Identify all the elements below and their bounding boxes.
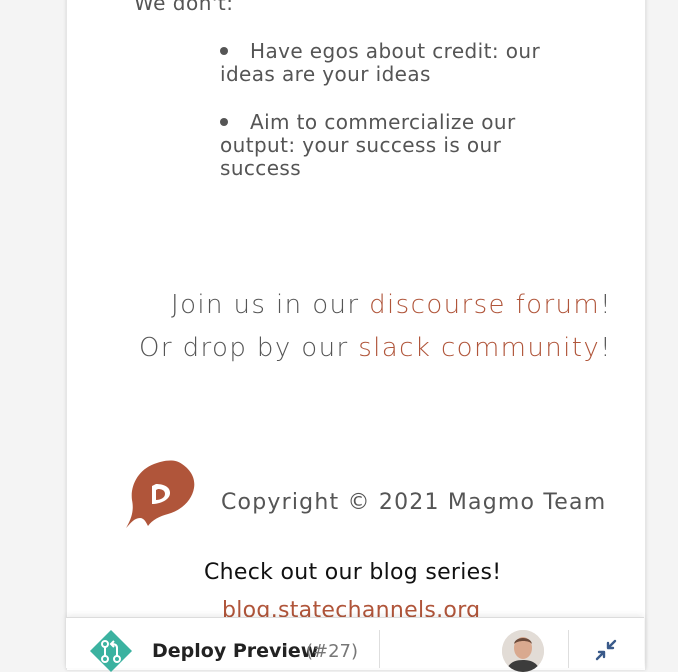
magmo-logo-icon <box>126 460 195 528</box>
join-slack-suffix: ! <box>600 333 612 363</box>
avatar-image <box>502 630 544 672</box>
divider <box>379 630 380 668</box>
list-item: Aim to commercialize our output: your su… <box>220 111 570 180</box>
join-slack-line: Or drop by our slack community! <box>92 333 612 363</box>
blog-title: Check out our blog series! <box>204 560 502 585</box>
list-item: Have egos about credit: our ideas are yo… <box>220 40 570 86</box>
avatar[interactable] <box>502 630 544 672</box>
git-pull-request-icon <box>90 630 132 672</box>
copyright-text: Copyright © 2021 Magmo Team <box>221 490 607 515</box>
join-slack-prefix: Or drop by our <box>139 333 359 363</box>
deploy-preview-bar: Deploy Preview (#27) <box>66 617 644 672</box>
bullet-icon <box>220 47 228 55</box>
join-forum-line: Join us in our discourse forum! <box>92 290 612 320</box>
deploy-preview-number[interactable]: (#27) <box>306 641 358 662</box>
divider <box>568 630 569 668</box>
deploy-preview-label[interactable]: Deploy Preview <box>152 640 318 662</box>
intro-text: We don't: <box>134 0 234 15</box>
values-list: Have egos about credit: our ideas are yo… <box>220 40 570 205</box>
list-item-text: Have egos about credit: our ideas are yo… <box>220 39 541 86</box>
join-forum-suffix: ! <box>600 290 612 320</box>
join-forum-prefix: Join us in our <box>171 290 370 320</box>
discourse-forum-link[interactable]: discourse forum <box>369 290 600 320</box>
slack-community-link[interactable]: slack community <box>358 333 600 363</box>
bullet-icon <box>220 118 228 126</box>
list-item-text: Aim to commercialize our output: your su… <box>220 110 516 180</box>
collapse-icon[interactable] <box>594 638 618 662</box>
